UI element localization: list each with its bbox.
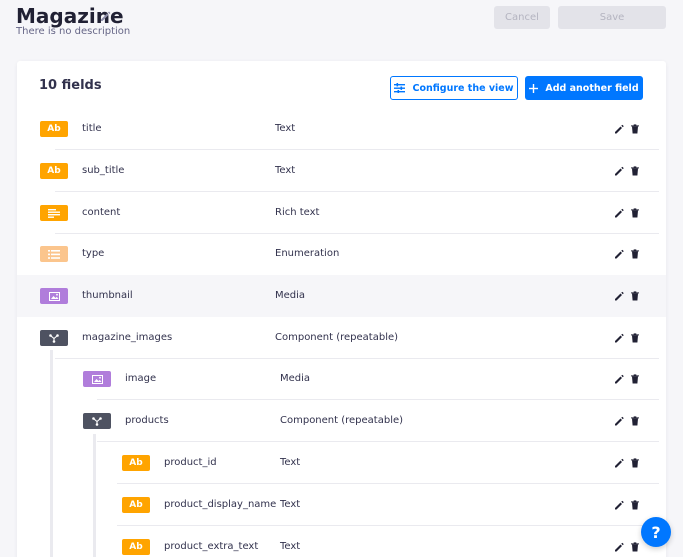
field-name: product_extra_text [164,541,259,552]
edit-icon[interactable] [614,124,624,134]
edit-icon[interactable] [614,249,624,259]
fields-count: 10 fields [39,78,102,93]
field-row-product-display-name[interactable]: Ab product_display_name Text [17,484,666,526]
settings-sliders-icon [394,83,406,93]
field-row-product-id[interactable]: Ab product_id Text [17,442,666,484]
field-type: Text [280,499,301,510]
badge-text: Ab [129,458,143,468]
field-type: Text [280,457,301,468]
trash-icon[interactable] [630,333,640,343]
field-type-badge [40,246,68,262]
image-icon [48,291,60,301]
field-name: product_id [164,457,217,468]
field-type: Component (repeatable) [275,332,399,343]
field-name: products [125,415,169,426]
field-type: Enumeration [275,248,340,259]
edit-icon[interactable] [614,458,624,468]
add-field-label: Add another field [545,82,639,94]
field-type-badge [83,371,111,387]
field-name: thumbnail [82,290,133,301]
badge-text: Ab [47,124,61,134]
field-type: Text [280,541,301,552]
field-name: content [82,207,121,218]
field-name: sub_title [82,165,125,176]
image-icon [91,374,103,384]
page-description: There is no description [16,26,131,37]
edit-title-icon[interactable] [99,10,111,22]
cancel-button[interactable]: Cancel [494,6,550,29]
edit-icon[interactable] [614,416,624,426]
edit-icon[interactable] [614,500,624,510]
help-button[interactable]: ? [641,517,671,547]
field-name: title [82,123,102,134]
field-row-product-extra-text[interactable]: Ab product_extra_text Text [17,526,666,557]
page-header: Magazine There is no description Cancel … [0,0,683,50]
component-icon [92,416,102,426]
configure-view-label: Configure the view [412,82,514,94]
field-type-badge: Ab [122,497,150,513]
field-row-sub-title[interactable]: Ab sub_title Text [17,150,666,192]
field-type: Text [275,165,296,176]
field-type: Media [280,373,311,384]
field-row-products[interactable]: products Component (repeatable) [17,400,666,442]
edit-icon[interactable] [614,374,624,384]
field-name: type [82,248,105,259]
trash-icon[interactable] [630,208,640,218]
field-name: product_display_name [164,499,277,510]
field-name: image [125,373,157,384]
trash-icon[interactable] [630,166,640,176]
field-type: Text [275,123,296,134]
add-field-button[interactable]: Add another field [525,76,643,100]
edit-icon[interactable] [614,166,624,176]
field-type-badge: Ab [40,163,68,179]
field-type-badge [40,205,68,221]
field-type-badge [40,288,68,304]
plus-icon [529,83,539,93]
trash-icon[interactable] [630,374,640,384]
rich-text-icon [48,208,60,218]
field-type: Component (repeatable) [280,415,404,426]
field-row-content[interactable]: content Rich text [17,192,666,234]
badge-text: Ab [47,166,61,176]
field-row-image[interactable]: image Media [17,358,666,400]
field-type-badge: Ab [122,455,150,471]
configure-view-button[interactable]: Configure the view [390,76,518,100]
trash-icon[interactable] [630,458,640,468]
field-row-title[interactable]: Ab title Text [17,108,666,150]
field-row-magazine-images[interactable]: magazine_images Component (repeatable) [17,317,666,359]
trash-icon[interactable] [630,124,640,134]
field-type: Media [275,290,306,301]
trash-icon[interactable] [630,500,640,510]
field-name: magazine_images [82,332,173,343]
edit-icon[interactable] [614,208,624,218]
field-type-badge: Ab [40,121,68,137]
trash-icon[interactable] [630,291,640,301]
trash-icon[interactable] [630,249,640,259]
field-type-badge: Ab [122,539,150,555]
field-type-badge [40,330,68,346]
edit-icon[interactable] [614,291,624,301]
trash-icon[interactable] [630,416,640,426]
field-type: Rich text [275,207,320,218]
save-button[interactable]: Save [558,6,666,29]
badge-text: Ab [129,500,143,510]
list-icon [48,249,60,259]
trash-icon[interactable] [630,542,640,552]
badge-text: Ab [129,542,143,552]
edit-icon[interactable] [614,542,624,552]
field-type-badge [83,413,111,429]
field-row-type[interactable]: type Enumeration [17,233,666,275]
field-row-thumbnail[interactable]: thumbnail Media [17,275,666,317]
component-icon [49,333,59,343]
edit-icon[interactable] [614,333,624,343]
